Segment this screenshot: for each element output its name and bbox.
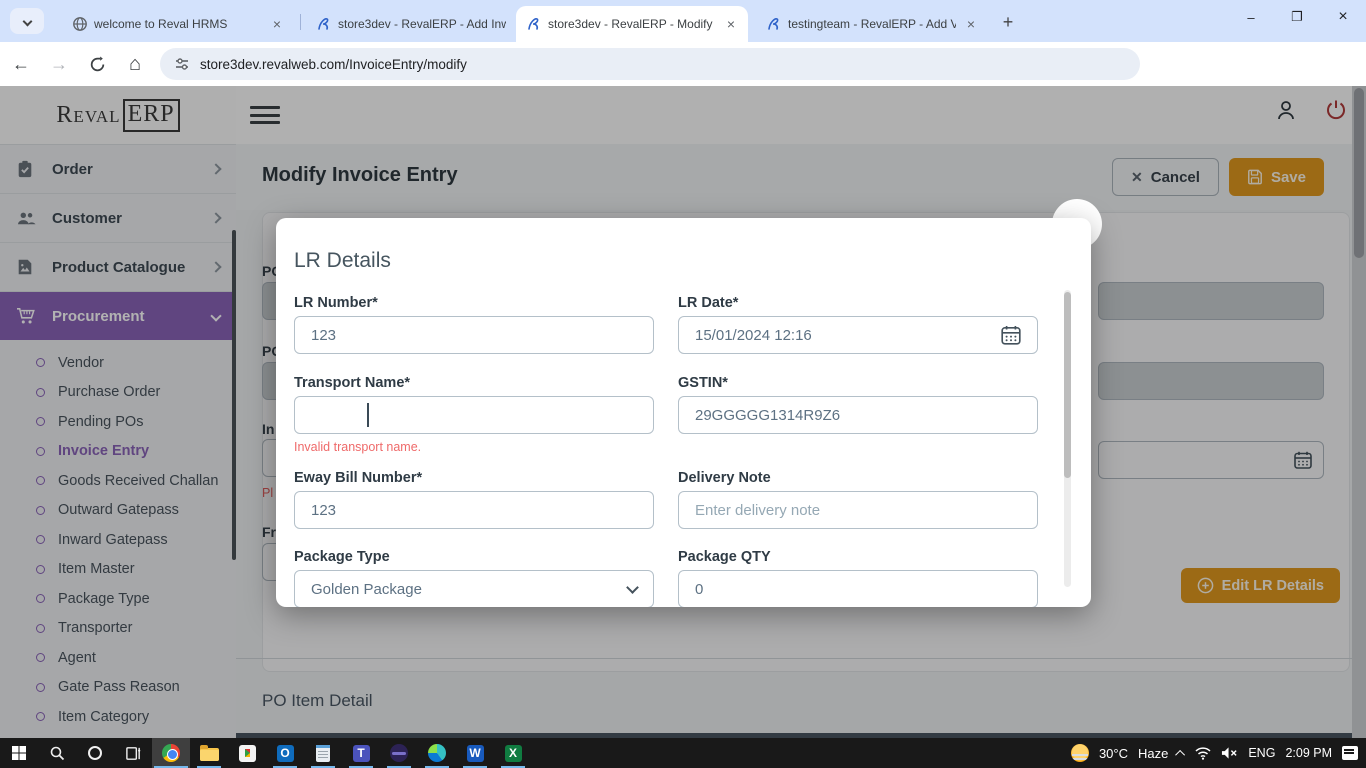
delivery-note-label: Delivery Note [678,470,771,486]
address-bar[interactable]: store3dev.revalweb.com/InvoiceEntry/modi… [160,48,1140,80]
window-minimize-button[interactable]: – [1228,0,1274,34]
word-icon: W [467,745,484,762]
window-controls: – ❐ × [1228,0,1366,34]
task-view-button[interactable] [114,738,152,768]
delivery-note-input[interactable] [678,491,1038,529]
search-icon [49,745,65,761]
tab-title: welcome to Reval HRMS [94,17,262,31]
app-area: RevalERP Order Customer Product Catalogu… [0,86,1366,738]
system-tray: 30°C Haze ENG 2:09 PM [1071,738,1358,768]
url-text: store3dev.revalweb.com/InvoiceEntry/modi… [200,57,467,72]
back-button[interactable]: ← [4,47,38,81]
taskbar-outlook[interactable]: O [266,738,304,768]
taskbar-media-app[interactable] [228,738,266,768]
eway-bill-label: Eway Bill Number* [294,470,422,486]
volume-muted-icon[interactable] [1221,746,1238,760]
language-indicator[interactable]: ENG [1248,746,1275,760]
taskbar-notepad[interactable] [304,738,342,768]
reval-favicon [526,16,542,32]
text-caret [367,403,369,427]
outlook-icon: O [277,745,294,762]
weather-condition-text[interactable]: Haze [1138,746,1168,761]
cortana-icon [88,746,102,760]
chevron-down-icon [22,16,32,26]
notification-center-icon[interactable] [1342,746,1358,760]
edge-icon [428,744,446,762]
taskbar-excel[interactable]: X [494,738,532,768]
reload-icon [89,56,106,73]
calendar-icon[interactable] [996,320,1026,350]
window-close-button[interactable]: × [1320,0,1366,34]
windows-icon [11,745,27,761]
temperature-text[interactable]: 30°C [1099,746,1128,761]
tab-modify-invoice-active[interactable]: store3dev - RevalERP - Modify × [516,6,748,42]
globe-icon [72,16,88,32]
modal-scrollbar[interactable] [1064,290,1071,587]
clock[interactable]: 2:09 PM [1285,746,1332,760]
transport-name-label: Transport Name* [294,375,410,391]
modal-title: LR Details [294,249,391,273]
package-type-label: Package Type [294,549,390,565]
transport-name-error: Invalid transport name. [294,440,421,454]
taskbar-eclipse[interactable] [380,738,418,768]
lr-number-label: LR Number* [294,295,378,311]
taskbar-word[interactable]: W [456,738,494,768]
home-button[interactable]: ⌂ [118,47,152,81]
taskbar-teams[interactable]: T [342,738,380,768]
gstin-label: GSTIN* [678,375,728,391]
tab-add-inward[interactable]: store3dev - RevalERP - Add Inw × [306,6,538,42]
eclipse-icon [390,744,408,762]
tab-close-icon[interactable]: × [722,15,740,33]
task-view-icon [125,745,142,762]
taskbar-edge[interactable] [418,738,456,768]
wifi-icon[interactable] [1195,746,1211,760]
taskbar-search-button[interactable] [38,738,76,768]
teams-icon: T [353,745,370,762]
tab-title: store3dev - RevalERP - Add Inw [338,17,506,31]
reload-button[interactable] [80,47,114,81]
tab-reval-hrms[interactable]: welcome to Reval HRMS × [62,6,294,42]
lr-number-input[interactable] [294,316,654,354]
taskbar-chrome[interactable] [152,738,190,768]
tab-title: store3dev - RevalERP - Modify [548,17,716,31]
browser-toolbar: ← → ⌂ store3dev.revalweb.com/InvoiceEntr… [0,42,1366,86]
taskbar-file-explorer[interactable] [190,738,228,768]
package-qty-input[interactable] [678,570,1038,607]
lr-date-label: LR Date* [678,295,738,311]
new-tab-button[interactable]: + [996,10,1020,34]
forward-button[interactable]: → [42,47,76,81]
reval-favicon [316,16,332,32]
weather-icon[interactable] [1071,744,1089,762]
media-app-icon [239,745,256,762]
excel-icon: X [505,745,522,762]
gstin-input[interactable] [678,396,1038,434]
screen: welcome to Reval HRMS × store3dev - Reva… [0,0,1366,768]
modal-scrollbar-thumb[interactable] [1064,292,1071,478]
package-type-select[interactable]: Golden Package [294,570,654,607]
package-qty-label: Package QTY [678,549,771,565]
tab-search-button[interactable] [10,8,44,34]
tab-testingteam[interactable]: testingteam - RevalERP - Add V × [756,6,988,42]
transport-name-input[interactable] [294,396,654,434]
tab-close-icon[interactable]: × [268,15,286,33]
lr-details-modal: LR Details LR Number* LR Date* Transport… [276,218,1091,607]
tray-chevron-up-icon[interactable] [1175,749,1185,759]
eway-bill-input[interactable] [294,491,654,529]
chrome-icon [162,744,180,762]
tab-separator [300,14,301,30]
tab-title: testingteam - RevalERP - Add V [788,17,956,31]
browser-tabstrip: welcome to Reval HRMS × store3dev - Reva… [0,0,1366,42]
reval-favicon [766,16,782,32]
start-button[interactable] [0,738,38,768]
cortana-button[interactable] [76,738,114,768]
tab-close-icon[interactable]: × [962,15,980,33]
window-maximize-button[interactable]: ❐ [1274,0,1320,34]
notepad-icon [316,745,330,762]
folder-icon [200,748,219,761]
lr-date-input[interactable] [678,316,1038,354]
site-settings-icon [174,56,190,72]
windows-taskbar: O T W X 30°C Haze ENG 2:09 PM [0,738,1366,768]
